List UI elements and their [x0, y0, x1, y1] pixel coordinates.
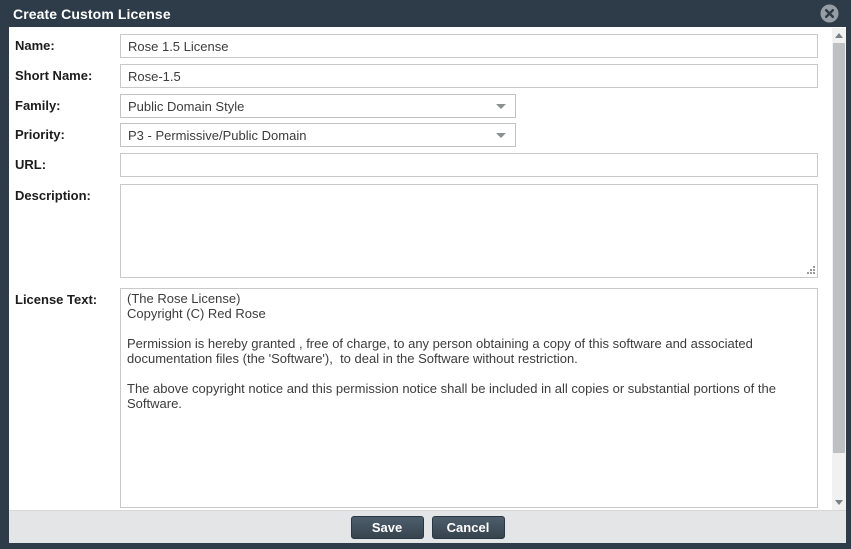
- name-label: Name:: [15, 34, 120, 58]
- dialog-title: Create Custom License: [13, 6, 171, 22]
- caret-down-icon: [835, 500, 843, 505]
- family-select-value: Public Domain Style: [128, 99, 496, 114]
- caret-up-icon: [835, 33, 843, 38]
- scrollbar-thumb[interactable]: [833, 43, 845, 453]
- dialog-footer: Save Cancel: [9, 510, 846, 543]
- family-label: Family:: [15, 94, 120, 118]
- license-text-textarea[interactable]: (The Rose License) Copyright (C) Red Ros…: [120, 288, 818, 508]
- cancel-button[interactable]: Cancel: [432, 516, 505, 539]
- create-custom-license-dialog: Create Custom License Name: Short Name: …: [0, 0, 851, 549]
- license-text-row: License Text: (The Rose License) Copyrig…: [15, 288, 846, 508]
- short-name-row: Short Name:: [15, 64, 846, 88]
- description-field: [120, 184, 818, 278]
- caret-down-icon: [496, 133, 506, 138]
- family-row: Family: Public Domain Style: [15, 94, 846, 118]
- short-name-label: Short Name:: [15, 64, 120, 88]
- short-name-input[interactable]: [120, 64, 818, 88]
- dialog-titlebar: Create Custom License: [0, 0, 851, 27]
- priority-select-value: P3 - Permissive/Public Domain: [128, 128, 496, 143]
- family-select[interactable]: Public Domain Style: [120, 94, 516, 118]
- license-form: Name: Short Name: Family: Public Domain …: [9, 27, 846, 508]
- scroll-down-button[interactable]: [832, 495, 846, 510]
- close-icon[interactable]: [820, 4, 839, 23]
- save-button[interactable]: Save: [351, 516, 424, 539]
- priority-row: Priority: P3 - Permissive/Public Domain: [15, 123, 846, 147]
- name-input[interactable]: [120, 34, 818, 58]
- license-text-label: License Text:: [15, 288, 120, 308]
- circle-x-icon: [820, 4, 839, 23]
- name-row: Name:: [15, 34, 846, 58]
- dialog-body: Name: Short Name: Family: Public Domain …: [9, 27, 846, 510]
- description-label: Description:: [15, 184, 120, 204]
- url-row: URL:: [15, 153, 846, 177]
- priority-select[interactable]: P3 - Permissive/Public Domain: [120, 123, 516, 147]
- description-row: Description:: [15, 184, 846, 278]
- license-text-field: (The Rose License) Copyright (C) Red Ros…: [120, 288, 818, 508]
- description-textarea[interactable]: [120, 184, 818, 278]
- caret-down-icon: [496, 104, 506, 109]
- url-input[interactable]: [120, 153, 818, 177]
- resize-grip-icon[interactable]: [805, 264, 816, 275]
- priority-label: Priority:: [15, 123, 120, 147]
- scroll-up-button[interactable]: [832, 28, 846, 43]
- dialog-scrollbar[interactable]: [832, 28, 846, 510]
- url-label: URL:: [15, 153, 120, 177]
